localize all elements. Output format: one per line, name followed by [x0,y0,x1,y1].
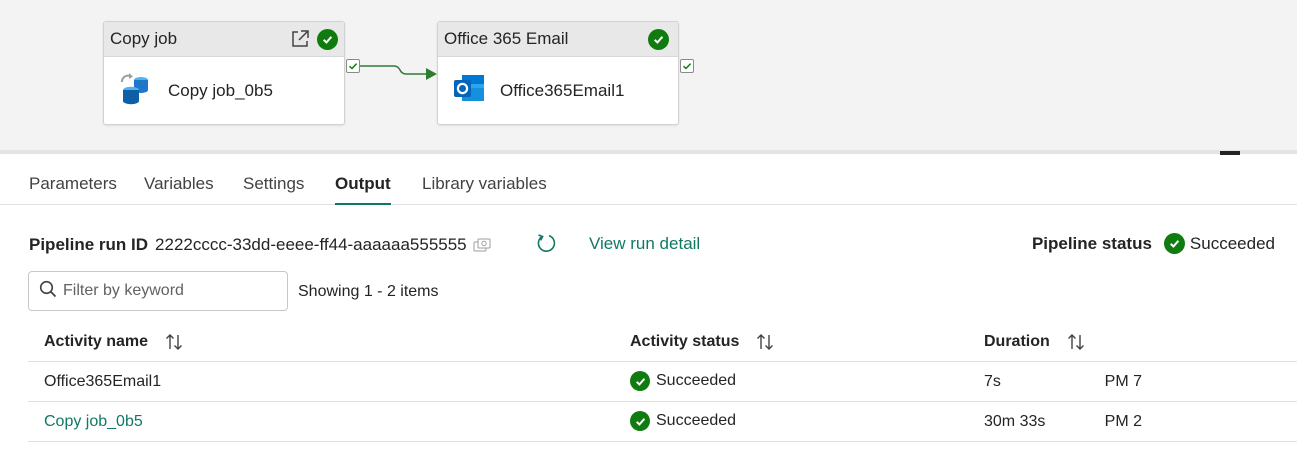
success-output-port[interactable] [680,59,694,73]
refresh-icon[interactable] [535,232,557,259]
outlook-icon [452,71,486,110]
column-header-activity-name[interactable]: Activity name [44,332,184,352]
duration-cell: 30m 33s [984,413,1046,430]
sort-icon[interactable] [1066,332,1086,352]
table-row[interactable]: Copy job_0b5 Succeeded 30m 33s 2 PM [28,402,1297,442]
filter-box[interactable] [28,271,288,311]
filter-input[interactable] [63,282,273,300]
check-circle-icon [648,28,669,50]
pipeline-status-value: Succeeded [1189,233,1275,253]
column-header-activity-status[interactable]: Activity status [630,332,775,352]
tab-library-variables[interactable]: Library variables [422,174,547,203]
pipeline-run-id-label: Pipeline run ID [29,235,149,254]
node-header: Copy job [104,22,344,57]
panel-splitter[interactable] [0,150,1297,154]
search-icon [39,280,57,303]
pipeline-status-label: Pipeline status [1031,233,1152,253]
status-text: Succeeded [656,372,737,389]
column-header-label: Activity status [630,333,740,350]
start-time-cell: 7 PM [1104,373,1142,390]
node-title: Copy job [110,29,178,48]
duration-cell: 7s [984,373,1001,390]
pipeline-status: Pipeline status Succeeded [1032,233,1275,254]
activity-name-cell: Office365Email1 [44,373,162,390]
column-header-duration[interactable]: Duration [984,332,1086,352]
sort-icon[interactable] [164,332,184,352]
activity-name-link[interactable]: Copy job_0b5 [44,413,143,431]
column-header-label: Duration [984,333,1050,350]
node-header: Office 365 Email [438,22,678,57]
check-circle-icon [630,371,650,391]
start-time-cell: 2 PM [1104,413,1142,430]
activity-runs-table: Activity name Activity status Duration O… [28,321,1297,442]
check-circle-icon [630,411,650,431]
pipeline-run-id-row: Pipeline run ID 2222cccc-33dd-eeee-ff44-… [29,232,493,258]
node-title: Office 365 Email [444,29,569,48]
sort-icon[interactable] [755,332,775,352]
table-row[interactable]: Office365Email1 Succeeded 7s 7 PM [28,362,1297,402]
node-label: Copy job_0b5 [168,80,273,100]
pipeline-run-id-value: 2222cccc-33dd-eeee-ff44-aaaaaa555555 [155,235,467,254]
properties-tab-bar: Parameters Variables Settings Output Lib… [0,166,1297,205]
activity-status-cell: Succeeded [630,411,736,431]
tab-settings[interactable]: Settings [243,174,304,203]
success-output-port[interactable] [346,59,360,73]
tab-output[interactable]: Output [335,174,391,205]
copy-job-activity-node[interactable]: Copy job Copy job_0b5 [103,21,345,125]
column-header-label: Activity name [44,333,149,350]
resize-handle[interactable] [1220,151,1240,155]
status-text: Succeeded [656,412,737,429]
tab-parameters[interactable]: Parameters [29,174,117,203]
table-header: Activity name Activity status Duration [28,321,1297,362]
node-label: Office365Email1 [500,80,625,100]
item-count-text: Showing 1 - 2 items [298,283,439,300]
activity-status-cell: Succeeded [630,371,736,391]
view-run-detail-link[interactable]: View run detail [589,234,700,254]
office365-email-activity-node[interactable]: Office 365 Email Office365Email1 [437,21,679,125]
copy-job-icon [118,70,154,111]
check-circle-icon [317,28,338,50]
open-external-icon[interactable] [289,28,311,50]
copy-icon[interactable] [473,238,493,252]
tab-variables[interactable]: Variables [144,174,214,203]
check-circle-icon [1163,233,1185,254]
